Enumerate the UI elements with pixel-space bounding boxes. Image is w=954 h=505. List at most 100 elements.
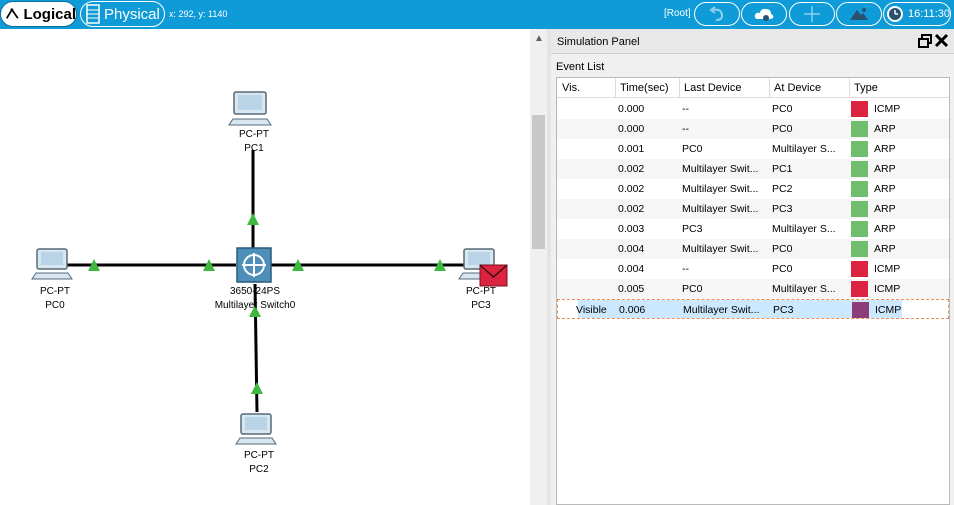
tab-logical[interactable]: Logical <box>0 1 77 27</box>
event-at-device: PC0 <box>772 243 793 255</box>
event-time: 0.005 <box>618 283 645 295</box>
column-header-vis[interactable]: Vis. <box>562 82 580 94</box>
event-type-color-swatch[interactable] <box>851 261 868 277</box>
pc3-model-label: PC-PT <box>466 286 496 297</box>
event-last-device: PC3 <box>682 223 703 235</box>
event-type: ICMP <box>875 304 902 316</box>
pc0-device-icon[interactable] <box>31 248 73 280</box>
workspace-vertical-scrollbar[interactable]: ▲ <box>530 29 547 505</box>
column-header-at-device[interactable]: At Device <box>774 82 821 94</box>
event-type: ICMP <box>874 263 901 275</box>
event-row[interactable]: 0.004 Multilayer Swit... PC0 ARP <box>557 239 949 259</box>
event-type-color-swatch[interactable] <box>851 121 868 137</box>
event-time: 0.000 <box>618 123 645 135</box>
restore-window-icon[interactable] <box>918 34 932 48</box>
event-type-color-swatch[interactable] <box>851 241 868 257</box>
event-at-device: Multilayer S... <box>772 223 836 235</box>
pc2-model-label: PC-PT <box>244 450 274 461</box>
event-last-device: Multilayer Swit... <box>682 183 759 195</box>
event-row[interactable]: 0.000 -- PC0 ARP <box>557 119 949 139</box>
column-header-type[interactable]: Type <box>854 82 878 94</box>
event-last-device: PC0 <box>682 143 703 155</box>
logical-workspace[interactable]: PC-PT PC1 PC-PT PC0 PC-PT PC3 PC-PT PC2 … <box>0 29 530 505</box>
tab-physical-label: Physical <box>104 5 160 23</box>
scroll-up-arrow-icon[interactable]: ▲ <box>534 33 544 44</box>
background-image-button[interactable] <box>836 2 882 26</box>
event-row[interactable]: 0.002 Multilayer Swit... PC2 ARP <box>557 179 949 199</box>
event-time: 0.002 <box>618 183 645 195</box>
cloud-icon <box>754 8 774 21</box>
pc0-name-label: PC0 <box>45 300 65 311</box>
tab-physical[interactable]: Physical <box>80 1 165 27</box>
column-header-last-device[interactable]: Last Device <box>684 82 741 94</box>
pc2-device-icon[interactable] <box>235 413 277 445</box>
event-type-color-swatch[interactable] <box>851 101 868 117</box>
event-type: ARP <box>874 163 896 175</box>
event-row[interactable]: Visible 0.006 Multilayer Swit... PC3 ICMP <box>557 299 949 319</box>
link-up-indicator <box>247 213 259 225</box>
event-type-color-swatch[interactable] <box>851 181 868 197</box>
event-row[interactable]: 0.004 -- PC0 ICMP <box>557 259 949 279</box>
pc1-name-label: PC1 <box>244 143 264 154</box>
event-time: 0.003 <box>618 223 645 235</box>
event-type-color-swatch[interactable] <box>852 302 869 318</box>
pc1-device-icon[interactable] <box>228 91 272 126</box>
event-type: ICMP <box>874 283 901 295</box>
event-time: 0.000 <box>618 103 645 115</box>
event-type: ARP <box>874 183 896 195</box>
event-vis: Visible <box>576 304 607 316</box>
root-breadcrumb[interactable]: [Root] <box>664 8 691 19</box>
switch-name-label: Multilayer Switch0 <box>214 300 296 311</box>
move-icon <box>804 6 820 22</box>
pc0-model-label: PC-PT <box>40 286 70 297</box>
event-at-device: PC1 <box>772 163 793 175</box>
clock-time: 16:11:30 <box>907 8 950 20</box>
cloud-button[interactable] <box>741 2 787 26</box>
event-type: ARP <box>874 223 896 235</box>
switch-model-label: 3650-24PS <box>229 286 281 297</box>
event-row[interactable]: 0.003 PC3 Multilayer S... ARP <box>557 219 949 239</box>
event-list-header: Vis. Time(sec) Last Device At Device Typ… <box>557 78 949 98</box>
event-at-device: PC3 <box>773 304 794 316</box>
event-list-table[interactable]: Vis. Time(sec) Last Device At Device Typ… <box>556 77 950 505</box>
event-row[interactable]: 0.002 Multilayer Swit... PC3 ARP <box>557 199 949 219</box>
event-type-color-swatch[interactable] <box>851 141 868 157</box>
event-time: 0.006 <box>619 304 646 316</box>
event-type: ARP <box>874 123 896 135</box>
event-last-device: Multilayer Swit... <box>682 243 759 255</box>
event-type-color-swatch[interactable] <box>851 201 868 217</box>
event-last-device: Multilayer Swit... <box>682 203 759 215</box>
event-last-device: -- <box>682 263 689 275</box>
close-icon[interactable] <box>934 33 949 48</box>
logical-icon <box>5 8 19 19</box>
event-type: ARP <box>874 203 896 215</box>
icmp-packet-envelope-icon[interactable] <box>479 264 508 287</box>
event-type-color-swatch[interactable] <box>851 281 868 297</box>
globe-clock-icon <box>886 6 903 22</box>
event-last-device: Multilayer Swit... <box>682 163 759 175</box>
panel-title-bar: Simulation Panel <box>551 29 954 54</box>
tab-logical-label: Logical <box>23 5 76 23</box>
event-row[interactable]: 0.001 PC0 Multilayer S... ARP <box>557 139 949 159</box>
clock-display[interactable]: 16:11:30 <box>883 2 951 26</box>
pc3-name-label: PC3 <box>471 300 491 311</box>
back-arrow-icon <box>709 6 724 21</box>
column-header-time[interactable]: Time(sec) <box>620 82 668 94</box>
navigation-button[interactable] <box>789 2 835 26</box>
event-row[interactable]: 0.000 -- PC0 ICMP <box>557 99 949 119</box>
panel-title: Simulation Panel <box>557 36 640 48</box>
event-time: 0.004 <box>618 243 645 255</box>
event-time: 0.004 <box>618 263 645 275</box>
pc1-model-label: PC-PT <box>239 129 269 140</box>
top-toolbar: Logical Physical x: 292, y: 1140 [Root] … <box>0 0 954 29</box>
event-type-color-swatch[interactable] <box>851 161 868 177</box>
event-last-device: Multilayer Swit... <box>683 304 760 316</box>
scroll-thumb[interactable] <box>532 115 545 249</box>
event-row[interactable]: 0.005 PC0 Multilayer S... ICMP <box>557 279 949 299</box>
back-button[interactable] <box>694 2 740 26</box>
pc2-name-label: PC2 <box>249 464 269 475</box>
event-row[interactable]: 0.002 Multilayer Swit... PC1 ARP <box>557 159 949 179</box>
event-type: ARP <box>874 143 896 155</box>
event-type-color-swatch[interactable] <box>851 221 868 237</box>
multilayer-switch-icon[interactable] <box>236 247 272 283</box>
